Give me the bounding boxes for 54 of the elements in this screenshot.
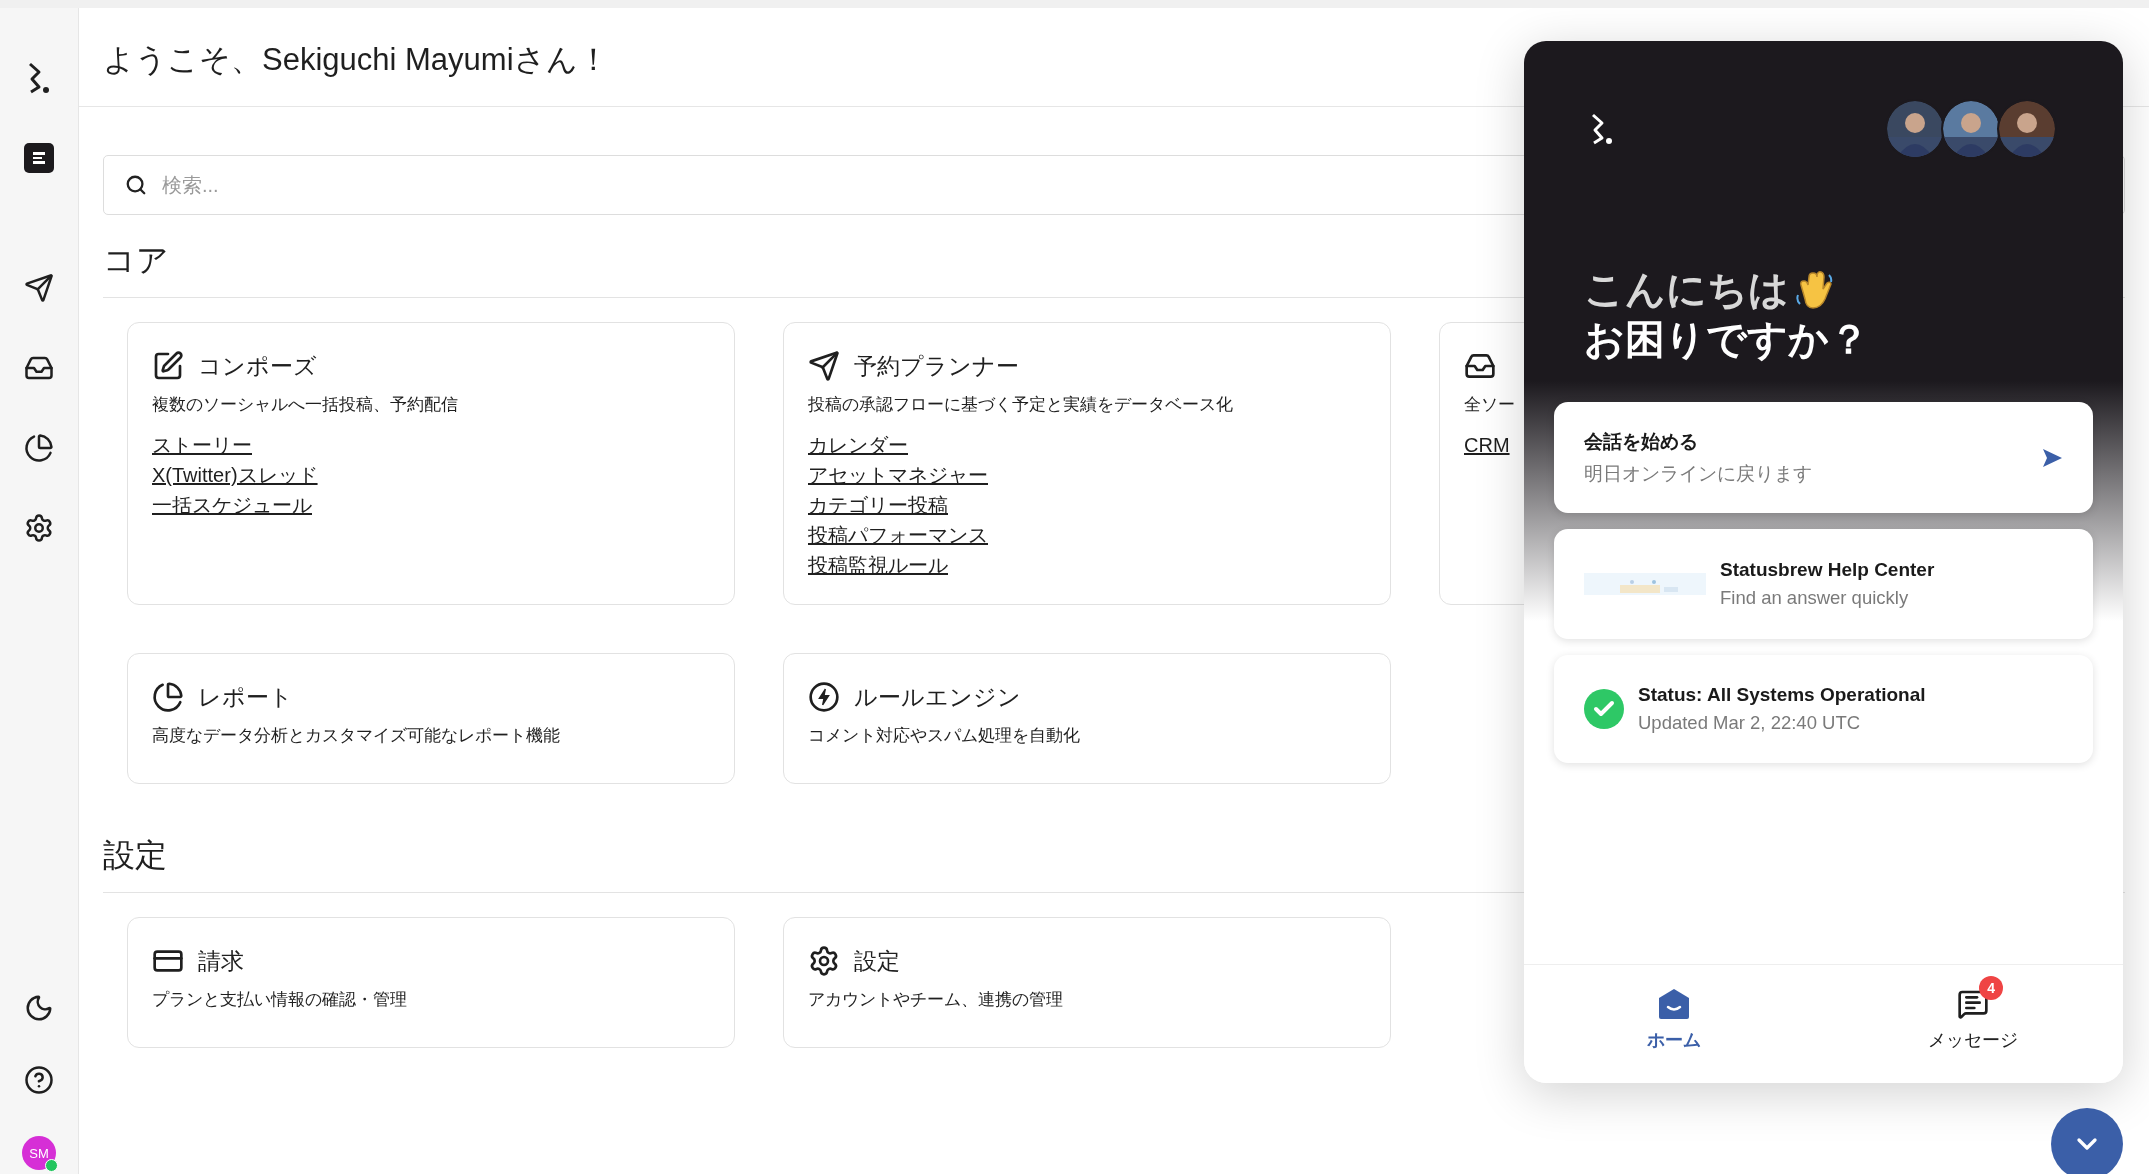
logo-icon[interactable] — [27, 61, 51, 95]
start-conversation-button[interactable]: 会話を始める 明日オンラインに戻ります — [1554, 402, 2093, 513]
feature-card[interactable]: 予約プランナー 投稿の承認フローに基づく予定と実績をデータベース化 カレンダー アセットマネジャー カテゴリー投稿 投稿パフォーマンス 投稿監視ルール — [783, 322, 1391, 605]
pie-chart-icon — [152, 681, 184, 713]
app-icon[interactable] — [24, 143, 54, 173]
feature-link[interactable]: CRM — [1464, 430, 1510, 460]
feature-card[interactable]: 請求 プランと支払い情報の確認・管理 — [127, 917, 735, 1048]
card-description: 全ソー — [1464, 394, 1516, 415]
welcome-title: ようこそ、Sekiguchi Mayumiさん！ — [103, 41, 609, 79]
paper-plane-icon — [808, 350, 840, 382]
user-avatar[interactable]: SM — [22, 1136, 56, 1170]
card-description: 高度なデータ分析とカスタマイズ可能なレポート機能 — [152, 725, 561, 746]
feature-link[interactable]: アセットマネジャー — [808, 460, 988, 490]
card-description: アカウントやチーム、連携の管理 — [808, 989, 1064, 1010]
search-icon — [125, 174, 147, 196]
card-title: 設定 — [854, 946, 900, 976]
feature-card[interactable]: ルールエンジン コメント対応やスパム処理を自動化 — [783, 653, 1391, 784]
feature-card[interactable]: コンポーズ 複数のソーシャルへ一括投稿、予約配信 ストーリー X(Twitter)スレッド 一括スケジュール — [127, 322, 735, 605]
card-title: 予約プランナー — [854, 351, 1019, 381]
feature-link[interactable]: ストーリー — [152, 430, 252, 460]
settings-icon — [808, 945, 840, 977]
card-title: 請求 — [198, 946, 244, 976]
lightning-icon — [808, 681, 840, 713]
status-card[interactable]: Status: All Systems Operational Updated Mar 2, 22:40 UTC — [1554, 655, 2093, 763]
unread-badge: 4 — [1979, 975, 2004, 1000]
feature-link[interactable]: 投稿監視ルール — [808, 550, 948, 580]
logo-icon[interactable] — [1590, 112, 1614, 146]
card-title: コンポーズ — [198, 351, 317, 381]
waving-hand-icon — [1795, 269, 1833, 309]
card-description: プランと支払い情報の確認・管理 — [152, 989, 408, 1010]
feature-link[interactable]: 一括スケジュール — [152, 490, 312, 520]
feature-card[interactable]: レポート 高度なデータ分析とカスタマイズ可能なレポート機能 — [127, 653, 735, 784]
card-description: コメント対応やスパム処理を自動化 — [808, 725, 1081, 746]
help-icon[interactable] — [24, 1065, 54, 1095]
feature-link[interactable]: X(Twitter)スレッド — [152, 460, 318, 490]
card-description: 複数のソーシャルへ一括投稿、予約配信 — [152, 394, 459, 415]
card-title: レポート — [198, 682, 293, 712]
nav-tab[interactable]: 4 メッセージ — [1823, 965, 2123, 1083]
card-description: 投稿の承認フローに基づく予定と実績をデータベース化 — [808, 394, 1234, 415]
question-text: お困りですか？ — [1584, 316, 1869, 363]
send-icon — [2041, 446, 2063, 469]
pie-chart-icon[interactable] — [24, 433, 54, 463]
edit-icon — [152, 350, 184, 382]
feature-card[interactable]: 設定 アカウントやチーム、連携の管理 — [783, 917, 1391, 1048]
help-center-link[interactable]: Statusbrew Help Center Find an answer quickly — [1554, 529, 2093, 639]
nav-tab[interactable]: ホーム — [1524, 965, 1824, 1083]
feature-link[interactable]: カレンダー — [808, 430, 908, 460]
settings-icon[interactable] — [24, 513, 54, 543]
feature-link[interactable]: 投稿パフォーマンス — [808, 520, 988, 550]
feature-link[interactable]: カテゴリー投稿 — [808, 490, 948, 520]
card-title: ルールエンジン — [854, 682, 1021, 712]
home-icon — [1656, 987, 1691, 1020]
paper-plane-icon[interactable] — [24, 273, 54, 303]
moon-icon[interactable] — [24, 993, 54, 1023]
